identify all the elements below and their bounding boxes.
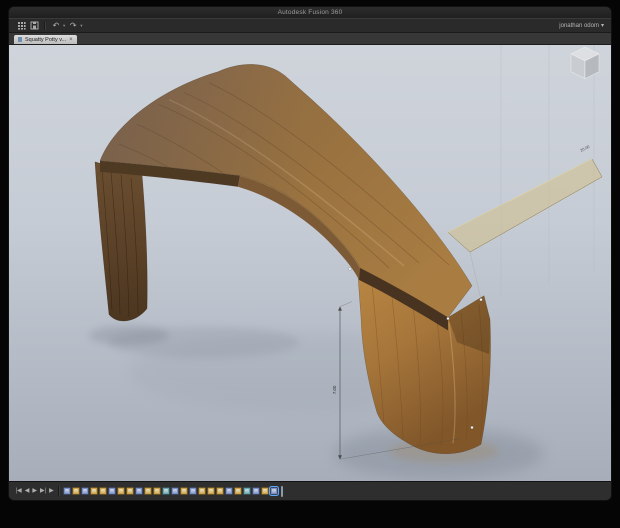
timeline-feature-extrude[interactable]: [126, 487, 134, 495]
timeline-feature-extrude[interactable]: [234, 487, 242, 495]
timeline-feature-sketch[interactable]: [81, 487, 89, 495]
height-dimension-label: 7.00: [332, 385, 337, 394]
timeline-feature-extrude[interactable]: [198, 487, 206, 495]
timeline-feature-combine[interactable]: [243, 487, 251, 495]
timeline-feature-sketch[interactable]: [135, 487, 143, 495]
titlebar: Autodesk Fusion 360: [9, 7, 611, 18]
window-title: Autodesk Fusion 360: [278, 9, 343, 16]
redo-icon[interactable]: ↷: [68, 21, 78, 31]
plane-dimension-label: 20.00: [579, 144, 591, 153]
timeline-control[interactable]: ▶|: [38, 488, 47, 494]
app-window: Autodesk Fusion 360 ↶ ▾ ↷ ▾: [9, 7, 611, 500]
timeline-feature-fillet[interactable]: [153, 487, 161, 495]
timeline-control[interactable]: ▶: [48, 488, 56, 494]
timeline-controls: |◀◀▶▶|▶: [14, 488, 55, 494]
view-cube[interactable]: [571, 47, 599, 79]
timeline-feature-extrude[interactable]: [261, 487, 269, 495]
timeline-feature-sketch[interactable]: [63, 487, 71, 495]
user-menu-caret-icon: ▾: [601, 22, 604, 29]
tab-document[interactable]: Squatty Potty v... ×: [14, 35, 77, 44]
user-name-label: jonathan odom: [559, 23, 599, 29]
timeline-control[interactable]: ◀: [23, 488, 31, 494]
timeline-feature-sketch[interactable]: [252, 487, 260, 495]
undo-icon[interactable]: ↶: [51, 21, 61, 31]
timeline-features: [63, 487, 279, 495]
toolbar: ↶ ▾ ↷ ▾ jonathan odom ▾: [9, 18, 611, 33]
timeline-divider: [58, 486, 60, 496]
document-tabbar: Squatty Potty v... ×: [9, 33, 611, 45]
stool-left-leg[interactable]: [95, 162, 147, 321]
timeline-feature-extrude[interactable]: [216, 487, 224, 495]
timeline-feature-sketch[interactable]: [270, 487, 278, 495]
timeline-feature-extrude[interactable]: [144, 487, 152, 495]
timeline-feature-mirror[interactable]: [162, 487, 170, 495]
timeline-feature-extrude[interactable]: [180, 487, 188, 495]
timeline-control[interactable]: ▶: [31, 488, 39, 494]
toolbar-divider: [44, 22, 46, 30]
timeline-feature-sketch[interactable]: [225, 487, 233, 495]
timeline-feature-extrude[interactable]: [117, 487, 125, 495]
undo-dropdown-caret[interactable]: ▾: [63, 23, 65, 29]
timeline-feature-fillet[interactable]: [207, 487, 215, 495]
document-icon: [18, 37, 22, 42]
tab-close-icon[interactable]: ×: [69, 37, 73, 43]
tab-label: Squatty Potty v...: [25, 37, 66, 43]
timeline-bar: |◀◀▶▶|▶: [9, 481, 611, 500]
timeline-feature-sketch[interactable]: [171, 487, 179, 495]
save-icon[interactable]: [29, 21, 39, 31]
screen-background: Autodesk Fusion 360 ↶ ▾ ↷ ▾: [0, 0, 620, 528]
user-account-menu[interactable]: jonathan odom ▾: [559, 22, 604, 29]
timeline-control[interactable]: |◀: [14, 488, 23, 494]
timeline-feature-extrude[interactable]: [90, 487, 98, 495]
redo-dropdown-caret[interactable]: ▾: [80, 23, 82, 29]
viewport-3d[interactable]: 20.00: [9, 45, 611, 481]
sketch-plane[interactable]: 20.00: [448, 144, 602, 300]
timeline-position-marker[interactable]: [281, 486, 283, 497]
stool-seat-top[interactable]: [100, 64, 472, 317]
timeline-feature-sketch[interactable]: [108, 487, 116, 495]
timeline-feature-extrude[interactable]: [72, 487, 80, 495]
data-panel-icon[interactable]: [16, 21, 26, 31]
timeline-feature-fillet[interactable]: [99, 487, 107, 495]
timeline-feature-sketch[interactable]: [189, 487, 197, 495]
